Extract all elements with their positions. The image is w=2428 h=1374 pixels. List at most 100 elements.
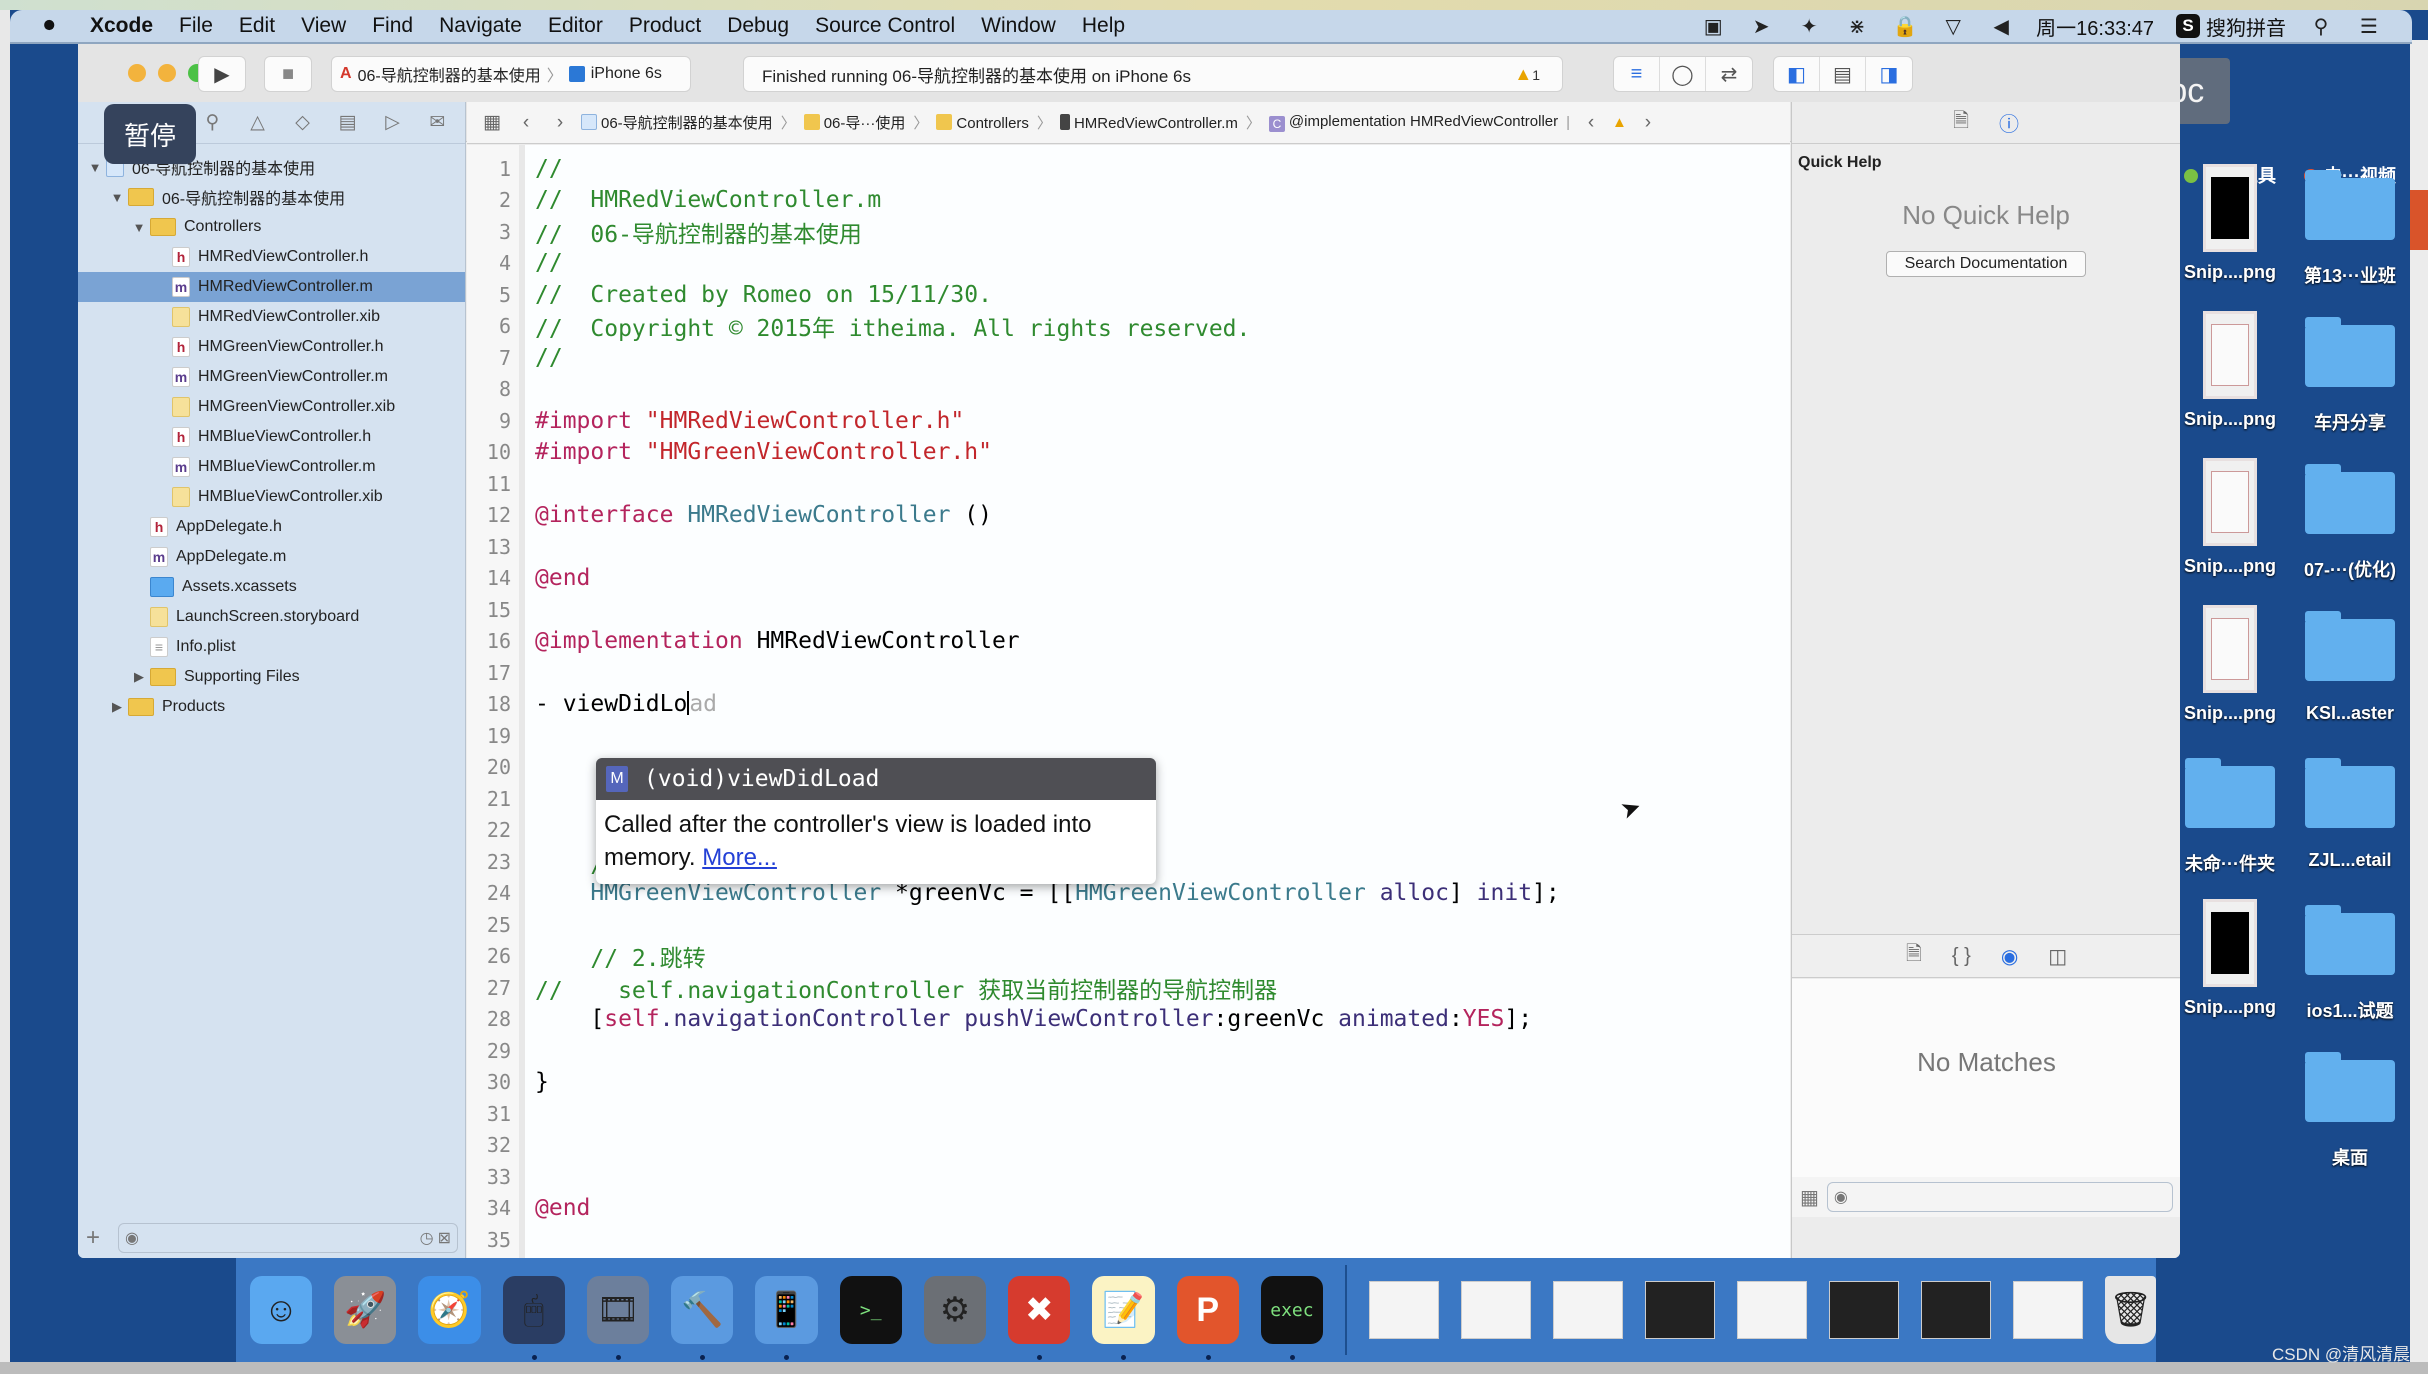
dock-trash[interactable]: 🗑 bbox=[2105, 1276, 2157, 1344]
line-number[interactable]: 28 bbox=[467, 1007, 517, 1031]
toggle-debug-area-icon[interactable]: ▤ bbox=[1820, 57, 1866, 91]
minimized-finder-window[interactable] bbox=[1368, 1281, 1440, 1339]
menu-file[interactable]: File bbox=[179, 14, 213, 38]
find-navigator-icon[interactable]: ⚲ bbox=[190, 111, 235, 134]
disclosure-open-icon[interactable]: ▼ bbox=[108, 190, 126, 205]
line-number[interactable]: 8 bbox=[467, 377, 517, 401]
line-number[interactable]: 6 bbox=[467, 314, 517, 338]
menu-editor[interactable]: Editor bbox=[548, 14, 603, 38]
desktop-icon[interactable]: 车丹分享 bbox=[2290, 311, 2410, 435]
menu-product[interactable]: Product bbox=[629, 14, 701, 38]
add-file-button[interactable]: + bbox=[86, 1224, 110, 1252]
notification-center-icon[interactable]: ☰ bbox=[2356, 14, 2382, 39]
code-line[interactable]: 14 @end bbox=[467, 563, 1790, 595]
code-line[interactable]: 2 // HMRedViewController.m bbox=[467, 185, 1790, 217]
desktop-icon[interactable]: Snip....png bbox=[2170, 899, 2290, 1018]
file-tree-row[interactable]: m HMRedViewController.m bbox=[78, 272, 465, 302]
dock-simulator[interactable]: 📱 bbox=[755, 1276, 818, 1360]
file-tree-row[interactable]: HMBlueViewController.xib bbox=[78, 482, 465, 512]
line-number[interactable]: 9 bbox=[467, 409, 517, 433]
line-number[interactable]: 3 bbox=[467, 220, 517, 244]
issue-warning-icon[interactable]: ▲ bbox=[1612, 114, 1627, 131]
code-line[interactable]: 1 // bbox=[467, 153, 1790, 185]
code-line[interactable]: 13 bbox=[467, 531, 1790, 563]
file-tree-row[interactable]: LaunchScreen.storyboard bbox=[78, 602, 465, 632]
code-line[interactable]: 7 // bbox=[467, 342, 1790, 374]
code-line[interactable]: 3 // 06-导航控制器的基本使用 bbox=[467, 216, 1790, 248]
code-line[interactable]: 4 // bbox=[467, 248, 1790, 280]
line-number[interactable]: 21 bbox=[467, 787, 517, 811]
code-line[interactable]: 31 bbox=[467, 1098, 1790, 1130]
version-editor-icon[interactable]: ⇄ bbox=[1706, 57, 1752, 91]
dock-powerpoint[interactable]: P bbox=[1176, 1276, 1239, 1360]
line-number[interactable]: 7 bbox=[467, 346, 517, 370]
file-tree-row[interactable]: h AppDelegate.h bbox=[78, 512, 465, 542]
desktop-icon[interactable]: 07-···(优化) bbox=[2290, 458, 2410, 582]
desktop-icon[interactable]: 未命···件夹 bbox=[2170, 752, 2290, 876]
file-tree-row[interactable]: HMRedViewController.xib bbox=[78, 302, 465, 332]
grid-view-icon[interactable]: ▦ bbox=[1800, 1185, 1819, 1210]
code-line[interactable]: 34 @end bbox=[467, 1193, 1790, 1225]
menu-edit[interactable]: Edit bbox=[239, 14, 275, 38]
toggle-navigator-icon[interactable]: ◧ bbox=[1774, 57, 1820, 91]
scheme-selector[interactable]: A 06-导航控制器的基本使用 〉 iPhone 6s bbox=[331, 56, 691, 92]
search-documentation-button[interactable]: Search Documentation bbox=[1886, 251, 2086, 277]
quick-help-icon[interactable]: ⓘ bbox=[1999, 108, 2019, 137]
toggle-utilities-icon[interactable]: ◨ bbox=[1866, 57, 1912, 91]
line-number[interactable]: 12 bbox=[467, 503, 517, 527]
dock-notes[interactable]: 📝 bbox=[1092, 1276, 1155, 1360]
file-tree-row[interactable]: m HMBlueViewController.m bbox=[78, 452, 465, 482]
line-number[interactable]: 35 bbox=[467, 1228, 517, 1252]
minimized-notes-window[interactable] bbox=[2013, 1281, 2084, 1339]
dock-video-app[interactable]: 🎞 bbox=[586, 1276, 650, 1360]
line-number[interactable]: 14 bbox=[467, 566, 517, 590]
code-line[interactable]: 6 // Copyright © 2015年 itheima. All right… bbox=[467, 311, 1790, 342]
apple-menu-icon[interactable]: ⚫ bbox=[40, 13, 80, 39]
dock-safari[interactable]: 🧭 bbox=[418, 1276, 481, 1344]
file-tree-row[interactable]: h HMRedViewController.h bbox=[78, 242, 465, 272]
file-template-library-icon[interactable]: 🗎 bbox=[1906, 939, 1922, 973]
desktop-icon[interactable]: 第13···业班 bbox=[2290, 164, 2410, 288]
minimized-video-window[interactable] bbox=[1645, 1281, 1716, 1339]
dock-console[interactable]: exec bbox=[1260, 1276, 1324, 1360]
desktop-icon[interactable]: Snip....png bbox=[2170, 164, 2290, 283]
breadcrumb-controllers[interactable]: Controllers bbox=[936, 113, 1029, 132]
file-tree-row[interactable]: h HMBlueViewController.h bbox=[78, 422, 465, 452]
line-number[interactable]: 29 bbox=[467, 1039, 517, 1063]
dock-mouse-app[interactable]: 🖱 bbox=[502, 1276, 565, 1360]
minimized-video-window-3[interactable] bbox=[1921, 1281, 1992, 1339]
disclosure-open-icon[interactable]: ▼ bbox=[86, 160, 104, 175]
file-tree-row[interactable]: ▼ 06-导航控制器的基本使用 bbox=[78, 182, 465, 212]
line-number[interactable]: 26 bbox=[467, 944, 517, 968]
disclosure-closed-icon[interactable]: ▶ bbox=[130, 669, 148, 685]
file-tree-row[interactable]: h HMGreenViewController.h bbox=[78, 332, 465, 362]
close-window-button[interactable] bbox=[128, 64, 146, 82]
desktop-icon[interactable]: Snip....png bbox=[2170, 311, 2290, 430]
volume-icon[interactable]: ◀ bbox=[1988, 14, 2014, 39]
menu-help[interactable]: Help bbox=[1082, 14, 1125, 38]
forward-button[interactable]: › bbox=[547, 112, 573, 134]
line-number[interactable]: 11 bbox=[467, 472, 517, 496]
pause-overlay[interactable]: 暂停 bbox=[104, 104, 196, 164]
code-snippet-library-icon[interactable]: { } bbox=[1952, 945, 1971, 968]
stop-button[interactable]: ■ bbox=[264, 56, 312, 92]
modified-files-icon[interactable]: ⊠ bbox=[438, 1228, 451, 1248]
desktop-icon[interactable]: Snip....png bbox=[2170, 458, 2290, 577]
minimized-video-window-2[interactable] bbox=[1829, 1281, 1900, 1339]
line-number[interactable]: 17 bbox=[467, 661, 517, 685]
code-line[interactable]: 17 bbox=[467, 657, 1790, 689]
source-editor[interactable]: 1 // 2 // HMRedViewController.m 3 // 06-导航控制器… bbox=[467, 145, 1790, 1258]
menu-xcode[interactable]: Xcode bbox=[90, 14, 153, 38]
line-number[interactable]: 25 bbox=[467, 913, 517, 937]
menu-source-control[interactable]: Source Control bbox=[815, 14, 955, 38]
more-link[interactable]: More... bbox=[702, 844, 777, 871]
debug-navigator-icon[interactable]: ▤ bbox=[325, 111, 370, 134]
line-number[interactable]: 13 bbox=[467, 535, 517, 559]
code-line[interactable]: 15 bbox=[467, 594, 1790, 626]
breakpoint-navigator-icon[interactable]: ▷ bbox=[370, 111, 415, 134]
line-number[interactable]: 34 bbox=[467, 1196, 517, 1220]
file-tree-row[interactable]: ▶ Supporting Files bbox=[78, 662, 465, 692]
dock-terminal[interactable]: >_ bbox=[839, 1276, 902, 1344]
line-number[interactable]: 30 bbox=[467, 1070, 517, 1094]
assistant-editor-icon[interactable]: ◯ bbox=[1660, 57, 1706, 91]
